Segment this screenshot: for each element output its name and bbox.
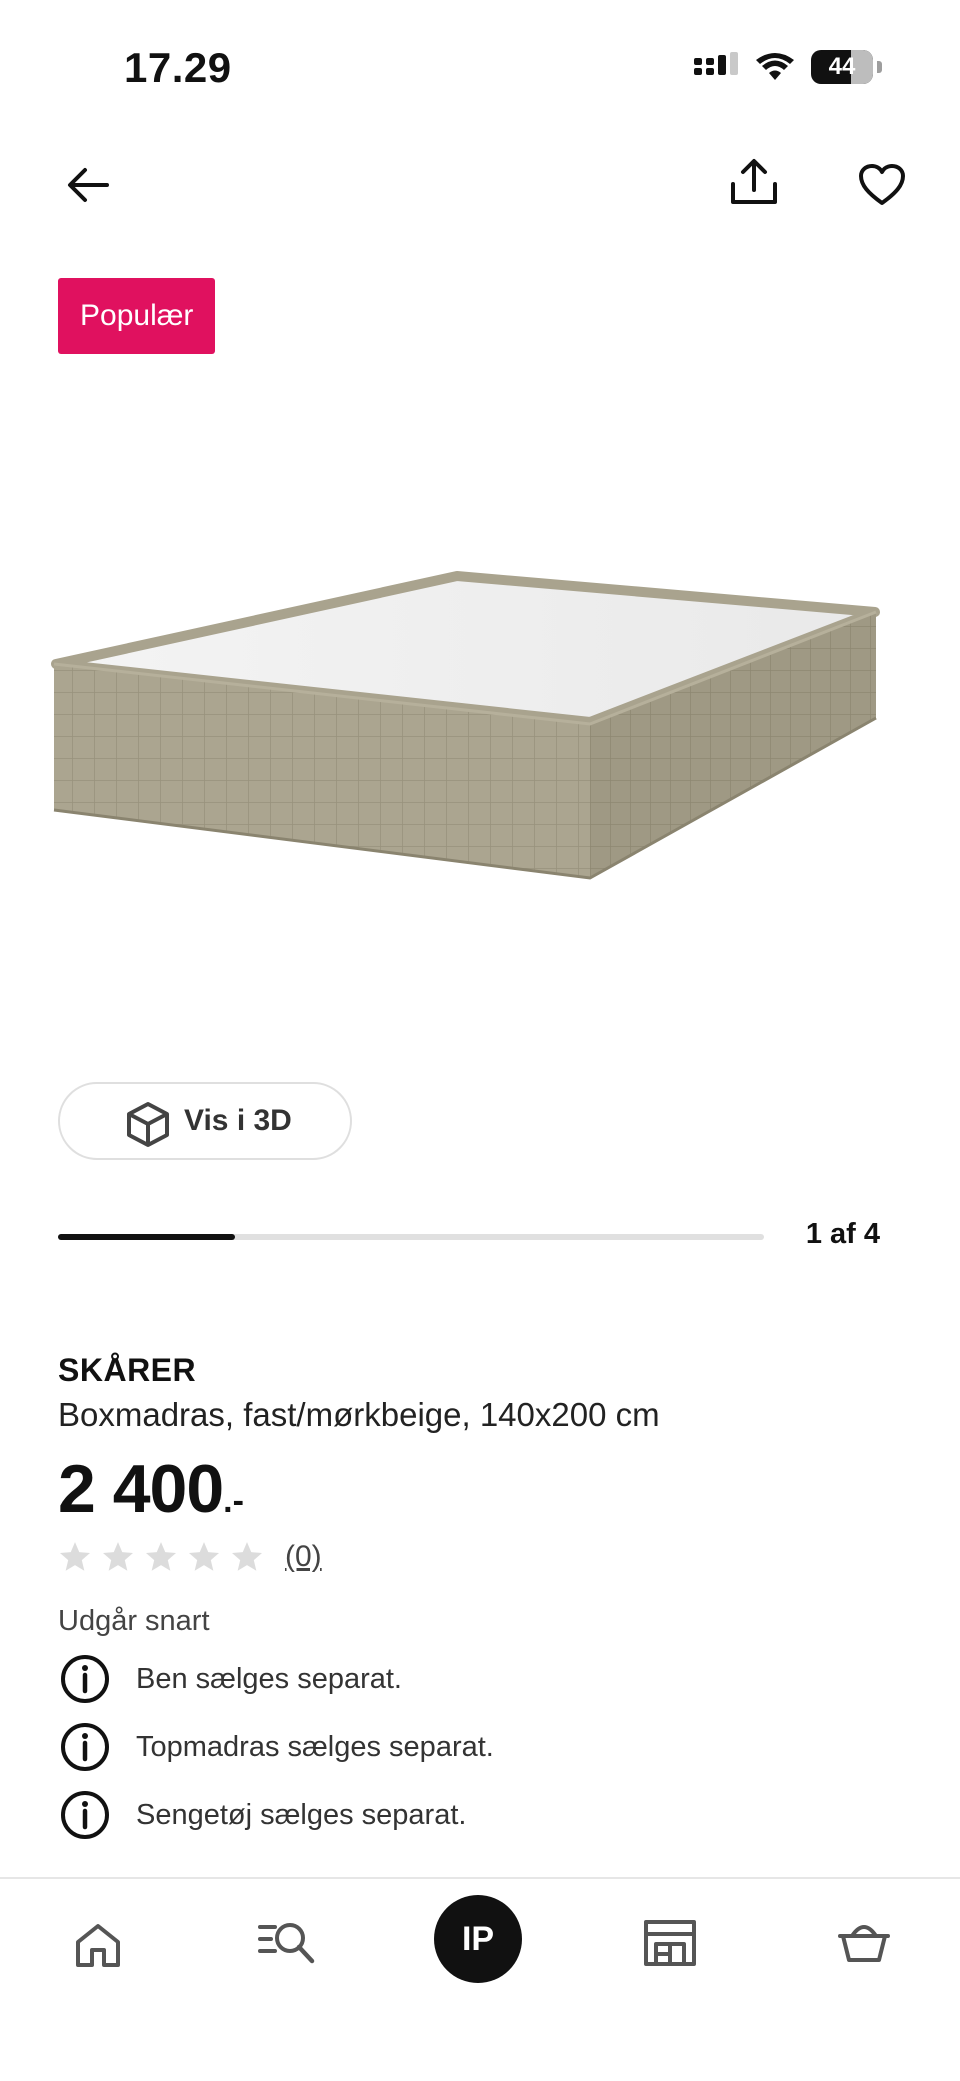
status-time: 17.29 — [124, 44, 232, 91]
price-amount: 2 400 — [58, 1451, 224, 1527]
share-button[interactable] — [722, 150, 786, 214]
product-name: SKÅRER — [58, 1352, 197, 1388]
battery-icon: 44 — [811, 50, 873, 84]
info-note-text: Topmadras sælges separat. — [136, 1730, 494, 1763]
product-price: 2 400 .- — [58, 1450, 244, 1528]
info-note: Sengetøj sælges separat. — [60, 1790, 466, 1840]
nav-search[interactable] — [252, 1911, 322, 1975]
info-icon — [61, 1655, 109, 1703]
rating-count-link[interactable]: (0) — [285, 1540, 322, 1574]
view-3d-label: Vis i 3D — [184, 1104, 292, 1137]
gallery-progress-fill — [58, 1234, 235, 1240]
battery-tip — [877, 61, 882, 73]
home-icon — [76, 1924, 120, 1967]
star-icon — [59, 1542, 91, 1571]
info-note-text: Sengetøj sælges separat. — [136, 1798, 467, 1831]
back-button[interactable] — [56, 153, 120, 217]
search-icon — [258, 1923, 315, 1964]
arrow-left-icon — [68, 168, 109, 202]
nav-store[interactable] — [640, 1911, 700, 1975]
product-image[interactable] — [50, 560, 890, 890]
cellular-signal-icon — [694, 52, 738, 75]
nav-profile[interactable]: IP — [434, 1895, 522, 1983]
favorite-button[interactable] — [850, 153, 914, 217]
profile-avatar: IP — [434, 1895, 522, 1983]
status-icons: 44 — [693, 50, 882, 84]
price-suffix: .- — [223, 1482, 244, 1520]
cube-3d-icon — [127, 1102, 169, 1147]
product-description: Boxmadras, fast/mørkbeige, 140x200 cm — [58, 1396, 660, 1433]
info-icon — [61, 1723, 109, 1771]
bottom-nav: IP — [0, 1879, 960, 2081]
star-icon — [145, 1542, 177, 1571]
top-nav — [0, 150, 960, 220]
star-icon — [102, 1542, 134, 1571]
store-icon — [644, 1920, 696, 1966]
view-3d-button[interactable]: Vis i 3D — [58, 1082, 352, 1160]
info-note-text: Ben sælges separat. — [136, 1662, 402, 1695]
gallery-counter: 1 af 4 — [805, 1218, 880, 1250]
nav-basket[interactable] — [832, 1909, 896, 1973]
info-icon — [61, 1791, 109, 1839]
star-icon — [231, 1542, 263, 1571]
battery-level: 44 — [828, 53, 856, 80]
basket-icon — [838, 1925, 890, 1962]
popular-badge: Populær — [58, 278, 216, 354]
info-note: Ben sælges separat. — [60, 1654, 402, 1704]
availability-status: Udgår snart — [58, 1605, 210, 1637]
star-icon — [188, 1542, 220, 1571]
gallery-progress-bar — [58, 1234, 764, 1240]
status-bar: 17.29 44 — [0, 0, 960, 140]
product-rating[interactable]: (0) — [58, 1540, 322, 1574]
heart-icon — [859, 164, 905, 205]
nav-home[interactable] — [66, 1913, 130, 1977]
info-note: Topmadras sælges separat. — [60, 1722, 494, 1772]
share-icon — [731, 159, 777, 204]
wifi-icon — [756, 53, 794, 80]
